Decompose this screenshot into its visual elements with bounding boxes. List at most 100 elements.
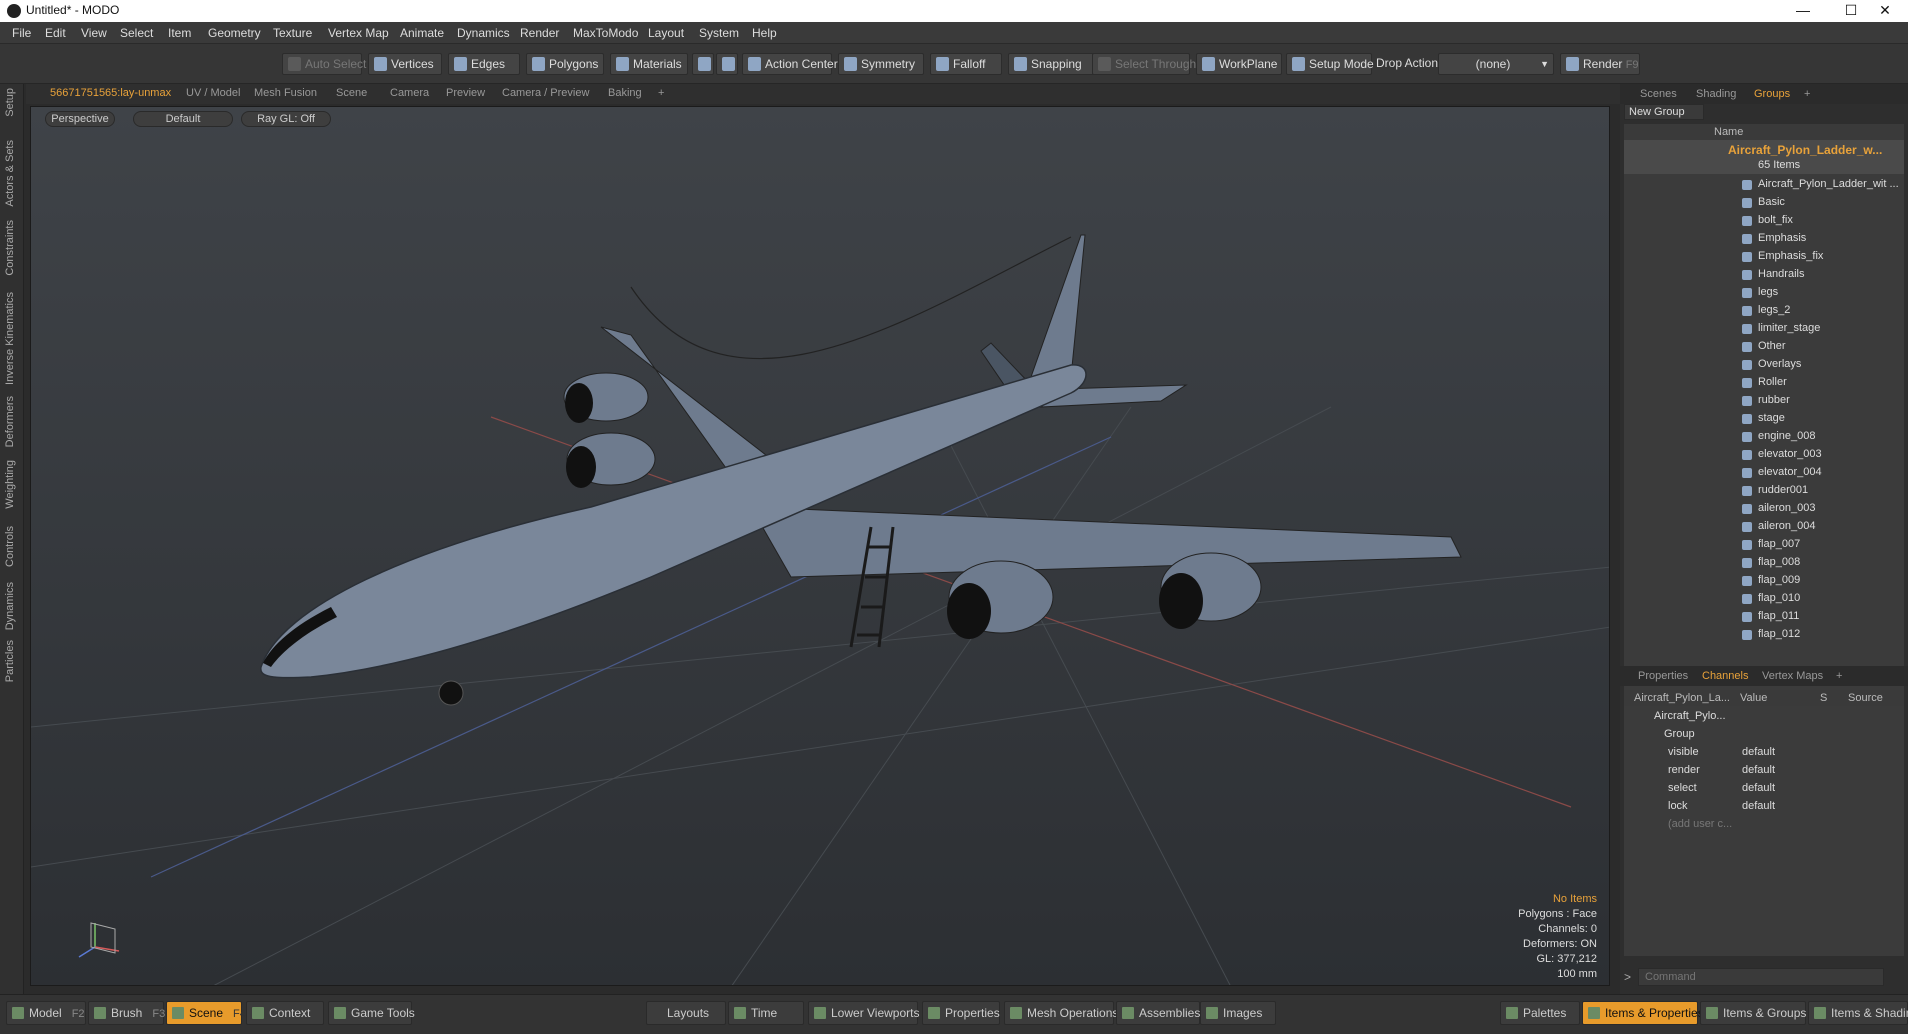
channel-root[interactable]: Aircraft_Pylo...	[1654, 710, 1726, 722]
polygons-button[interactable]: Polygons	[526, 53, 604, 75]
assemblies-button[interactable]: Assemblies	[1116, 1001, 1200, 1025]
menu-texture[interactable]: Texture	[273, 26, 312, 40]
menu-maxtomodo[interactable]: MaxToModo	[573, 26, 638, 40]
list-item[interactable]: Basic	[1624, 194, 1904, 212]
list-item[interactable]: flap_011	[1624, 608, 1904, 626]
list-item[interactable]: flap_009	[1624, 572, 1904, 590]
tab-shading[interactable]: Shading	[1696, 88, 1736, 100]
list-item[interactable]: bolt_fix	[1624, 212, 1904, 230]
menu-vertex-map[interactable]: Vertex Map	[328, 26, 389, 40]
channel-visible-value[interactable]: default	[1742, 746, 1775, 758]
channel-group[interactable]: Group	[1664, 728, 1695, 740]
materials-button[interactable]: Materials	[610, 53, 688, 75]
palettes-button[interactable]: Palettes	[1500, 1001, 1580, 1025]
list-item[interactable]: engine_008	[1624, 428, 1904, 446]
menu-item[interactable]: Item	[168, 26, 191, 40]
list-item[interactable]: Emphasis_fix	[1624, 248, 1904, 266]
channel-select-value[interactable]: default	[1742, 782, 1775, 794]
list-item[interactable]: limiter_stage	[1624, 320, 1904, 338]
tab-channels[interactable]: Channels	[1702, 670, 1748, 682]
menu-animate[interactable]: Animate	[400, 26, 444, 40]
tab-vertex-maps[interactable]: Vertex Maps	[1762, 670, 1823, 682]
tab-preview[interactable]: Preview	[446, 87, 485, 99]
symmetry-button[interactable]: Symmetry	[838, 53, 924, 75]
list-item[interactable]: elevator_003	[1624, 446, 1904, 464]
context-layout-button[interactable]: Context	[246, 1001, 324, 1025]
layouts-button[interactable]: Layouts	[646, 1001, 726, 1025]
vtab-inverse-kinematics[interactable]: Inverse Kinematics	[4, 292, 16, 385]
menu-view[interactable]: View	[81, 26, 107, 40]
channel-lock-value[interactable]: default	[1742, 800, 1775, 812]
vtab-constraints[interactable]: Constraints	[4, 220, 16, 276]
workplane-button[interactable]: WorkPlane	[1196, 53, 1282, 75]
menu-layout[interactable]: Layout	[648, 26, 684, 40]
time-button[interactable]: Time	[728, 1001, 804, 1025]
vtab-actors-sets[interactable]: Actors & Sets	[4, 140, 16, 207]
list-item[interactable]: Overlays	[1624, 356, 1904, 374]
menu-file[interactable]: File	[12, 26, 31, 40]
menu-edit[interactable]: Edit	[45, 26, 66, 40]
list-item[interactable]: Aircraft_Pylon_Ladder_wit ...	[1624, 176, 1904, 194]
select-mode-icon-button[interactable]	[692, 53, 714, 75]
lower-viewports-button[interactable]: Lower Viewports	[808, 1001, 920, 1025]
vtab-deformers[interactable]: Deformers	[4, 396, 16, 447]
select-mode-alt-icon-button[interactable]	[716, 53, 738, 75]
vtab-weighting[interactable]: Weighting	[4, 460, 16, 509]
vtab-controls[interactable]: Controls	[4, 526, 16, 567]
list-item[interactable]: aileron_003	[1624, 500, 1904, 518]
list-item[interactable]: elevator_004	[1624, 464, 1904, 482]
tab-groups[interactable]: Groups	[1754, 88, 1790, 100]
tab-baking[interactable]: Baking	[608, 87, 642, 99]
falloff-button[interactable]: Falloff	[930, 53, 1002, 75]
new-group-button[interactable]: New Group	[1624, 104, 1704, 120]
tab-properties[interactable]: Properties	[1638, 670, 1688, 682]
vtab-particles[interactable]: Particles	[4, 640, 16, 682]
edges-button[interactable]: Edges	[448, 53, 520, 75]
items-properties-button[interactable]: Items & Properties	[1582, 1001, 1704, 1025]
tab-scenes[interactable]: Scenes	[1640, 88, 1677, 100]
list-item[interactable]: legs	[1624, 284, 1904, 302]
tab-mesh-fusion[interactable]: Mesh Fusion	[254, 87, 317, 99]
list-item[interactable]: flap_012	[1624, 626, 1904, 644]
list-item[interactable]: rudder001	[1624, 482, 1904, 500]
list-item[interactable]: legs_2	[1624, 302, 1904, 320]
images-button[interactable]: Images	[1200, 1001, 1276, 1025]
list-item[interactable]: stage	[1624, 410, 1904, 428]
close-button[interactable]: ✕	[1862, 1, 1908, 21]
command-input[interactable]	[1638, 968, 1884, 986]
menu-geometry[interactable]: Geometry	[208, 26, 261, 40]
brush-layout-button[interactable]: Brush F3	[88, 1001, 165, 1025]
auto-select-button[interactable]: Auto Select	[282, 53, 366, 75]
group-row-selected[interactable]: Aircraft_Pylon_Ladder_w... 65 Items	[1624, 140, 1904, 174]
tab-scene[interactable]: Scene	[336, 87, 367, 99]
minimize-button[interactable]: —	[1780, 1, 1826, 21]
drop-action-select[interactable]: (none) ▼	[1438, 53, 1554, 75]
model-layout-button[interactable]: Model F2	[6, 1001, 86, 1025]
list-item[interactable]: aileron_004	[1624, 518, 1904, 536]
menu-dynamics[interactable]: Dynamics	[457, 26, 510, 40]
add-user-channel[interactable]: (add user c...	[1668, 818, 1732, 830]
action-center-button[interactable]: Action Center	[742, 53, 838, 75]
properties-button[interactable]: Properties	[922, 1001, 1000, 1025]
tab-add-props[interactable]: +	[1836, 670, 1842, 682]
tab-layout-unmax[interactable]: 56671751565:lay-unmax	[50, 87, 171, 99]
list-item[interactable]: Handrails	[1624, 266, 1904, 284]
list-item[interactable]: Emphasis	[1624, 230, 1904, 248]
tab-camera[interactable]: Camera	[390, 87, 429, 99]
list-item[interactable]: flap_010	[1624, 590, 1904, 608]
select-through-button[interactable]: Select Through	[1092, 53, 1196, 75]
list-item[interactable]: rubber	[1624, 392, 1904, 410]
list-item[interactable]: Roller	[1624, 374, 1904, 392]
list-item[interactable]: flap_008	[1624, 554, 1904, 572]
tab-add[interactable]: +	[658, 87, 664, 99]
items-groups-button[interactable]: Items & Groups	[1700, 1001, 1806, 1025]
tab-uv-model[interactable]: UV / Model	[186, 87, 240, 99]
list-item[interactable]: Other	[1624, 338, 1904, 356]
snapping-button[interactable]: Snapping	[1008, 53, 1094, 75]
scene-layout-button[interactable]: Scene F4	[166, 1001, 246, 1025]
setup-mode-button[interactable]: Setup Mode	[1286, 53, 1374, 75]
3d-viewport[interactable]: Perspective Default Ray GL: Off No Items…	[30, 106, 1610, 986]
menu-system[interactable]: System	[699, 26, 739, 40]
tab-add-panel[interactable]: +	[1804, 88, 1810, 100]
vtab-setup[interactable]: Setup	[4, 88, 16, 117]
